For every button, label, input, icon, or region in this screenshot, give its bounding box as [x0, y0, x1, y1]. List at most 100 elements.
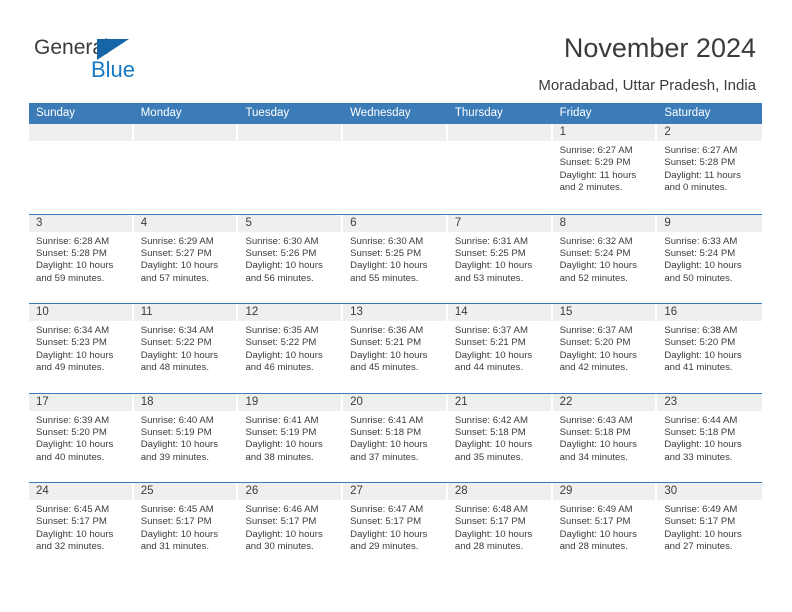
day-number-bar: 9: [657, 214, 763, 232]
day-number-bar: 6: [343, 214, 446, 232]
day-details: Sunrise: 6:34 AM Sunset: 5:23 PM Dayligh…: [29, 321, 134, 375]
daylight-text-line2: and 59 minutes.: [36, 272, 105, 284]
day-details: Sunrise: 6:32 AM Sunset: 5:24 PM Dayligh…: [553, 232, 658, 286]
day-details: Sunrise: 6:37 AM Sunset: 5:20 PM Dayligh…: [553, 321, 658, 375]
daylight-text-line1: Daylight: 10 hours: [454, 349, 533, 361]
calendar-day-cell[interactable]: 15 Sunrise: 6:37 AM Sunset: 5:20 PM Dayl…: [552, 304, 658, 393]
day-number: 24: [36, 485, 49, 497]
day-number-bar: 24: [29, 483, 132, 500]
sunrise-text: Sunrise: 6:48 AM: [454, 504, 528, 515]
calendar-day-cell[interactable]: 14 Sunrise: 6:37 AM Sunset: 5:21 PM Dayl…: [447, 304, 553, 393]
calendar-day-cell[interactable]: 4 Sunrise: 6:29 AM Sunset: 5:27 PM Dayli…: [133, 214, 239, 303]
calendar-day-cell[interactable]: 19 Sunrise: 6:41 AM Sunset: 5:19 PM Dayl…: [238, 393, 344, 482]
calendar-day-cell[interactable]: 8 Sunrise: 6:32 AM Sunset: 5:24 PM Dayli…: [552, 214, 658, 303]
day-number: 27: [350, 485, 363, 497]
sunset-text: Sunset: 5:19 PM: [140, 426, 212, 438]
sunset-text: Sunset: 5:27 PM: [140, 247, 212, 259]
day-number-bar: [447, 124, 551, 141]
day-details: Sunrise: 6:45 AM Sunset: 5:17 PM Dayligh…: [29, 500, 134, 554]
day-number-bar: 27: [343, 483, 446, 500]
page-header: General Blue November 2024 Moradabad, Ut…: [0, 0, 792, 100]
day-details: Sunrise: 6:41 AM Sunset: 5:19 PM Dayligh…: [238, 411, 343, 465]
calendar-day-cell[interactable]: 27 Sunrise: 6:47 AM Sunset: 5:17 PM Dayl…: [343, 483, 448, 572]
day-number-bar: 10: [29, 304, 132, 321]
daylight-text-line1: Daylight: 10 hours: [664, 349, 742, 361]
day-number-bar: 21: [447, 393, 551, 411]
calendar-day-cell[interactable]: 13 Sunrise: 6:36 AM Sunset: 5:21 PM Dayl…: [343, 304, 448, 393]
calendar-day-cell[interactable]: 28 Sunrise: 6:48 AM Sunset: 5:17 PM Dayl…: [447, 483, 553, 572]
calendar-day-cell[interactable]: 10 Sunrise: 6:34 AM Sunset: 5:23 PM Dayl…: [29, 304, 134, 393]
page-subtitle-location: Moradabad, Uttar Pradesh, India: [538, 77, 756, 94]
sunrise-text: Sunrise: 6:33 AM: [664, 235, 738, 247]
daylight-text-line1: Daylight: 10 hours: [664, 528, 742, 540]
daylight-text-line1: Daylight: 10 hours: [559, 528, 637, 540]
calendar-day-cell[interactable]: 9 Sunrise: 6:33 AM Sunset: 5:24 PM Dayli…: [657, 214, 763, 303]
calendar-day-cell[interactable]: 2 Sunrise: 6:27 AM Sunset: 5:28 PM Dayli…: [657, 124, 763, 214]
sunset-text: Sunset: 5:24 PM: [559, 247, 631, 259]
calendar-day-cell[interactable]: 1 Sunrise: 6:27 AM Sunset: 5:29 PM Dayli…: [552, 124, 658, 214]
day-number-bar: 13: [343, 304, 446, 321]
day-number-bar: 20: [343, 393, 446, 411]
calendar-day-cell[interactable]: 23 Sunrise: 6:44 AM Sunset: 5:18 PM Dayl…: [657, 393, 763, 482]
daylight-text-line1: Daylight: 10 hours: [36, 439, 114, 451]
sunrise-text: Sunrise: 6:31 AM: [454, 235, 528, 247]
calendar-day-cell[interactable]: 21 Sunrise: 6:42 AM Sunset: 5:18 PM Dayl…: [447, 393, 553, 482]
calendar-page: General Blue November 2024 Moradabad, Ut…: [0, 0, 792, 612]
calendar-day-cell[interactable]: 25 Sunrise: 6:45 AM Sunset: 5:17 PM Dayl…: [133, 483, 239, 572]
calendar-day-cell[interactable]: 12 Sunrise: 6:35 AM Sunset: 5:22 PM Dayl…: [238, 304, 344, 393]
sunset-text: Sunset: 5:23 PM: [36, 337, 107, 349]
sunrise-text: Sunrise: 6:46 AM: [245, 504, 319, 515]
daylight-text-line2: and 38 minutes.: [245, 451, 314, 463]
calendar-day-cell[interactable]: 29 Sunrise: 6:49 AM Sunset: 5:17 PM Dayl…: [552, 483, 658, 572]
calendar-day-cell[interactable]: 24 Sunrise: 6:45 AM Sunset: 5:17 PM Dayl…: [29, 483, 134, 572]
daylight-text-line1: Daylight: 10 hours: [36, 528, 114, 540]
day-number-bar: 2: [657, 124, 763, 141]
calendar-day-cell[interactable]: [447, 124, 553, 214]
calendar-day-cell[interactable]: 26 Sunrise: 6:46 AM Sunset: 5:17 PM Dayl…: [238, 483, 344, 572]
calendar-week-row: 10 Sunrise: 6:34 AM Sunset: 5:23 PM Dayl…: [29, 303, 763, 393]
daylight-text-line1: Daylight: 10 hours: [350, 349, 428, 361]
sunset-text: Sunset: 5:26 PM: [245, 247, 317, 259]
calendar-day-cell[interactable]: 17 Sunrise: 6:39 AM Sunset: 5:20 PM Dayl…: [29, 393, 134, 482]
sunrise-text: Sunrise: 6:45 AM: [140, 504, 214, 515]
sunrise-text: Sunrise: 6:35 AM: [245, 325, 319, 336]
sunrise-text: Sunrise: 6:30 AM: [350, 235, 424, 247]
sunset-text: Sunset: 5:22 PM: [245, 337, 317, 349]
day-number: 22: [559, 395, 573, 408]
calendar-day-cell[interactable]: [238, 124, 344, 214]
calendar-day-cell[interactable]: 6 Sunrise: 6:30 AM Sunset: 5:25 PM Dayli…: [343, 214, 448, 303]
day-number: 17: [36, 395, 49, 408]
daylight-text-line1: Daylight: 10 hours: [245, 260, 323, 272]
day-number-bar: 18: [133, 393, 237, 411]
day-number-bar: [238, 124, 342, 141]
calendar-day-cell[interactable]: 20 Sunrise: 6:41 AM Sunset: 5:18 PM Dayl…: [343, 393, 448, 482]
day-number: 25: [140, 485, 154, 497]
day-details: Sunrise: 6:31 AM Sunset: 5:25 PM Dayligh…: [448, 232, 553, 286]
daylight-text-line2: and 39 minutes.: [140, 451, 209, 463]
day-number: 16: [664, 306, 678, 318]
calendar-day-cell[interactable]: 18 Sunrise: 6:40 AM Sunset: 5:19 PM Dayl…: [133, 393, 239, 482]
sunset-text: Sunset: 5:18 PM: [454, 426, 526, 438]
calendar-day-cell[interactable]: 22 Sunrise: 6:43 AM Sunset: 5:18 PM Dayl…: [552, 393, 658, 482]
day-number: 3: [36, 216, 43, 229]
calendar-day-cell[interactable]: 30 Sunrise: 6:49 AM Sunset: 5:17 PM Dayl…: [657, 483, 763, 572]
day-number-bar: 16: [657, 304, 763, 321]
calendar-day-cell[interactable]: [343, 124, 448, 214]
calendar-day-cell[interactable]: 3 Sunrise: 6:28 AM Sunset: 5:28 PM Dayli…: [29, 214, 134, 303]
sunrise-text: Sunrise: 6:45 AM: [36, 504, 110, 515]
daylight-text-line1: Daylight: 10 hours: [559, 260, 637, 272]
daylight-text-line1: Daylight: 10 hours: [36, 349, 114, 361]
calendar-day-cell[interactable]: 16 Sunrise: 6:38 AM Sunset: 5:20 PM Dayl…: [657, 304, 763, 393]
daylight-text-line2: and 40 minutes.: [36, 451, 105, 463]
calendar-day-cell[interactable]: 11 Sunrise: 6:34 AM Sunset: 5:22 PM Dayl…: [133, 304, 239, 393]
calendar-day-cell[interactable]: 7 Sunrise: 6:31 AM Sunset: 5:25 PM Dayli…: [447, 214, 553, 303]
calendar-day-cell[interactable]: [133, 124, 239, 214]
sunset-text: Sunset: 5:20 PM: [664, 337, 736, 349]
sunrise-text: Sunrise: 6:47 AM: [350, 504, 424, 515]
calendar-day-cell[interactable]: [29, 124, 134, 214]
sunrise-text: Sunrise: 6:42 AM: [454, 414, 528, 426]
general-blue-logo[interactable]: General Blue: [34, 36, 154, 84]
calendar-day-cell[interactable]: 5 Sunrise: 6:30 AM Sunset: 5:26 PM Dayli…: [238, 214, 344, 303]
sunrise-text: Sunrise: 6:37 AM: [454, 325, 528, 336]
day-details: Sunrise: 6:36 AM Sunset: 5:21 PM Dayligh…: [343, 321, 448, 375]
